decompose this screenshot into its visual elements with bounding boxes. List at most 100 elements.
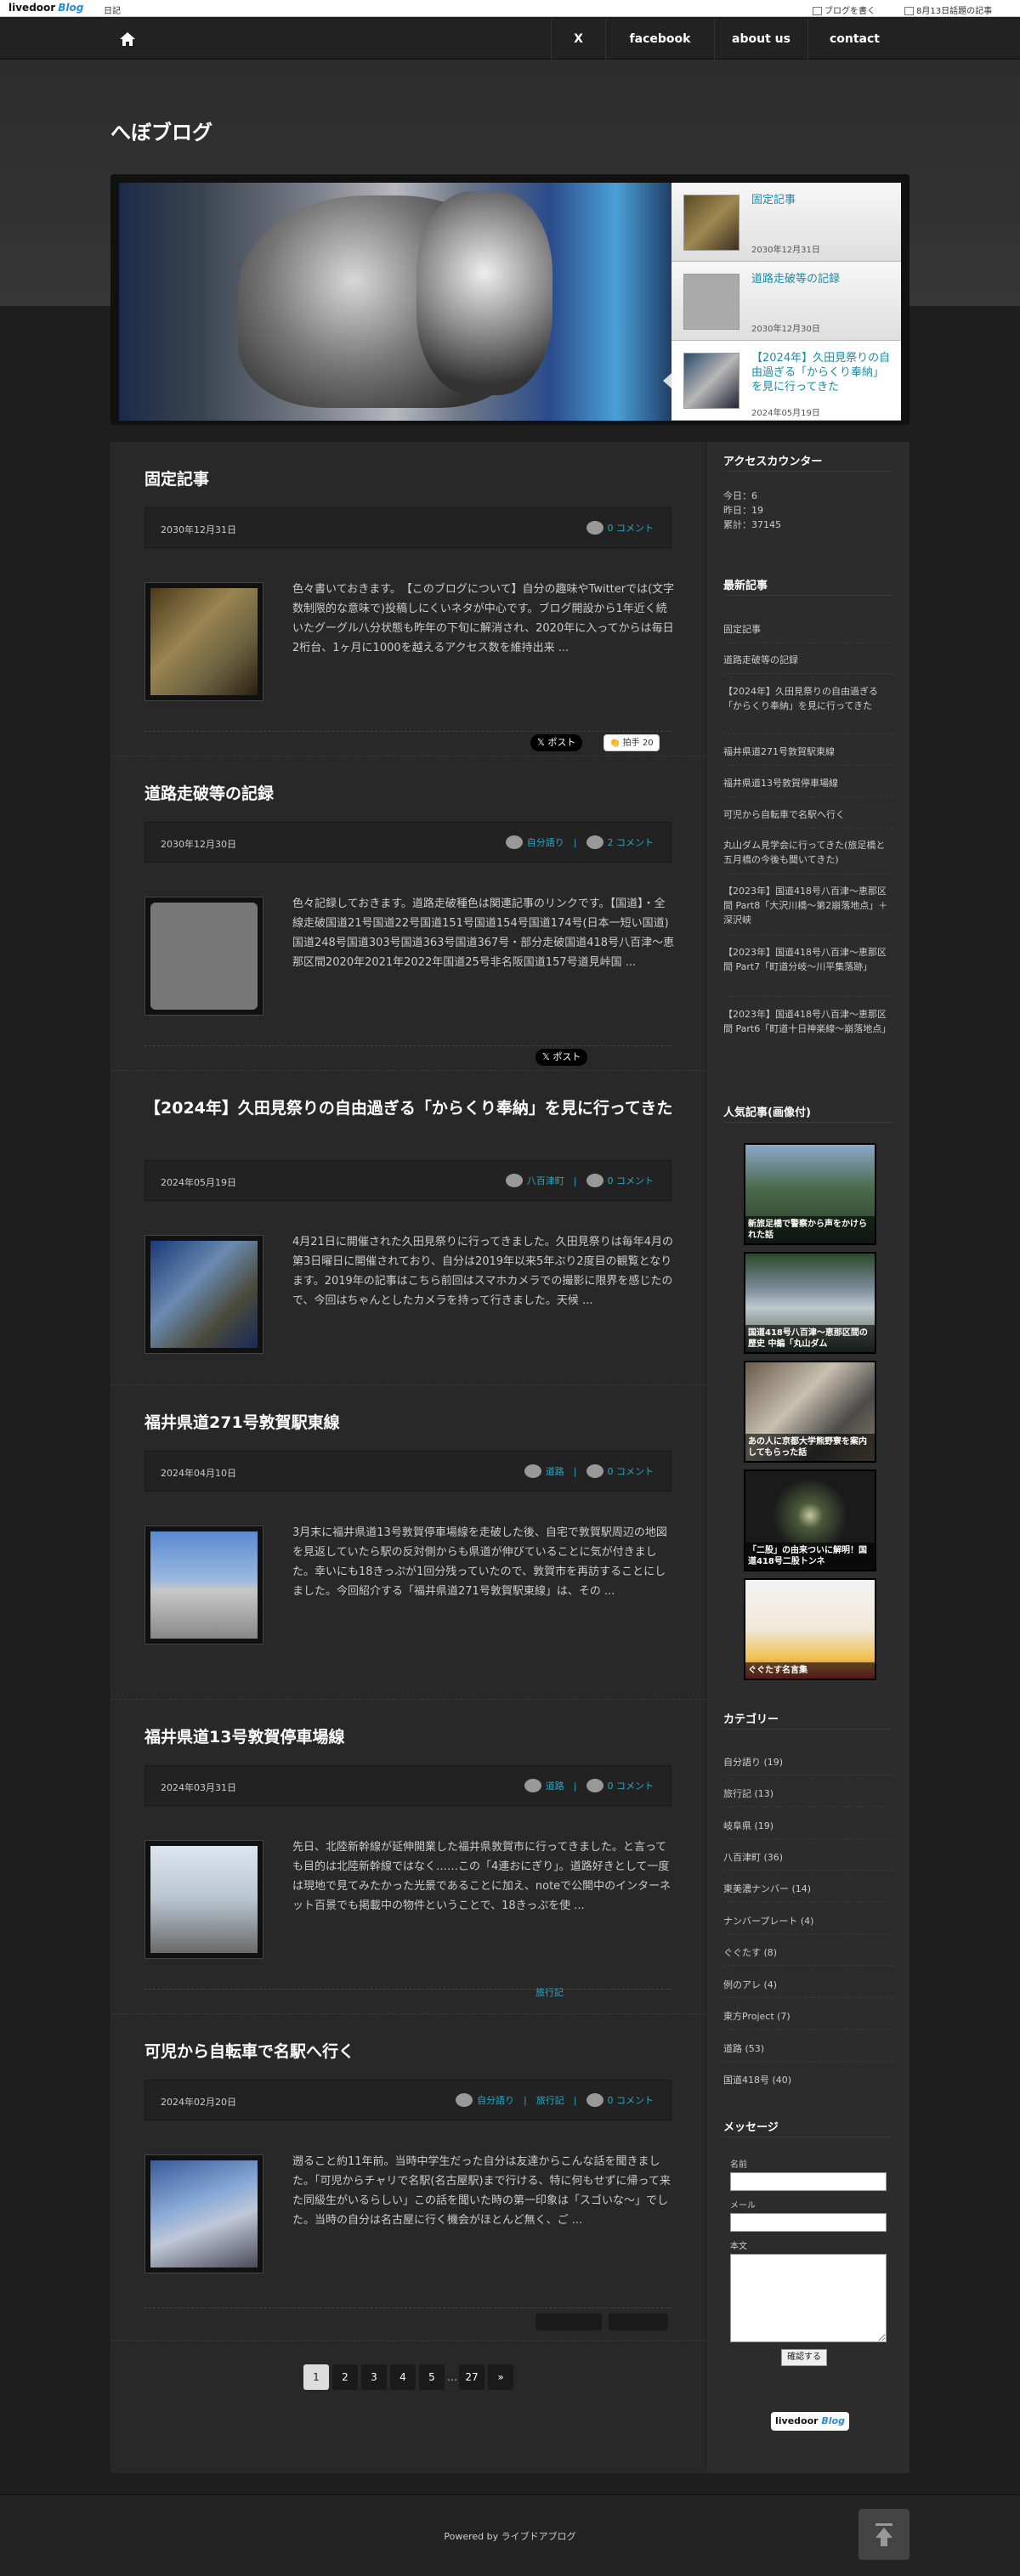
recent-item[interactable]: 【2023年】国道418号八百津〜恵那区間 Part8「大沢川橋〜第2崩落地点」… <box>723 884 893 927</box>
category-item[interactable]: 例のアレ (4) <box>723 1978 893 1992</box>
recent-item[interactable]: 丸山ダム見学会に行ってきた(旅足橋と五月橋の今後も聞いてきた) <box>723 838 893 867</box>
comment-link[interactable]: 0 コメント <box>586 521 654 535</box>
pencil-icon <box>813 7 822 15</box>
slider-item[interactable]: 道路走破等の記録 2030年12月30日 <box>672 262 901 341</box>
slider-item-active[interactable]: 【2024年】久田見祭りの自由過ぎる「からくり奉納」を見に行ってきた 2024年… <box>663 341 901 421</box>
back-to-top-button[interactable] <box>858 2509 910 2560</box>
recent-item[interactable]: 固定記事 <box>723 622 893 637</box>
recent-item[interactable]: 福井県道271号敦賀駅東線 <box>723 744 893 759</box>
page-27[interactable]: 27 <box>459 2364 484 2390</box>
divider <box>723 1838 893 1839</box>
recent-item[interactable]: 【2023年】国道418号八百津〜恵那区間 Part7「町道分岐〜川平集落跡」 <box>723 945 893 974</box>
divider <box>723 935 893 936</box>
category-item[interactable]: ぐぐたす (8) <box>723 1945 893 1960</box>
recent-item[interactable]: 可児から自転車で名駅へ行く <box>723 807 893 822</box>
article-thumbnail[interactable] <box>144 897 264 1016</box>
category-item[interactable]: 国道418号 (40) <box>723 2073 893 2087</box>
article-title[interactable]: 道路走破等の記録 <box>144 782 680 806</box>
livedoor-blog-badge[interactable]: livedoor Blog <box>771 2412 849 2431</box>
popular-item[interactable]: ぐぐたす名言集 <box>744 1578 876 1680</box>
article-title[interactable]: 福井県道13号敦賀停車場線 <box>144 1725 680 1749</box>
featured-image[interactable] <box>119 183 672 421</box>
recent-item[interactable]: 【2024年】久田見祭りの自由過ぎる「からくり奉納」を見に行ってきた <box>723 684 893 713</box>
category-item[interactable]: 東方Project (7) <box>723 2009 893 2024</box>
page-3[interactable]: 3 <box>361 2364 387 2390</box>
slider-item[interactable]: 固定記事 2030年12月31日 <box>672 183 901 262</box>
popular-item[interactable]: 「二股」の由来ついに解明！国道418号二股トンネ <box>744 1469 876 1571</box>
article-thumbnail[interactable] <box>144 1235 264 1354</box>
footer-tag-link[interactable]: 旅行記 <box>536 1985 564 1999</box>
comment-link[interactable]: 0 コメント <box>586 1174 654 1187</box>
category-item[interactable]: 旅行記 (13) <box>723 1786 893 1801</box>
category-heading: カテゴリー <box>723 1713 779 1726</box>
category-item[interactable]: 東美濃ナンバー (14) <box>723 1882 893 1896</box>
nav-x[interactable]: X <box>551 19 605 59</box>
article: 福井県道271号敦賀駅東線 2024年04月10日 道路 | 0 コメント 3月… <box>110 1385 706 1700</box>
category-item[interactable]: 岐阜県 (19) <box>723 1819 893 1833</box>
divider <box>723 1122 893 1123</box>
nav-about-us[interactable]: about us <box>714 19 808 59</box>
page-4[interactable]: 4 <box>390 2364 416 2390</box>
category-link[interactable]: 日記 <box>104 3 121 16</box>
x-post-button[interactable]: 𝕏 ポスト <box>536 1049 588 1066</box>
recent-item[interactable]: 【2023年】国道418号八百津〜恵那区間 Part6「町道十日神楽線〜崩落地点… <box>723 1007 893 1036</box>
nav-facebook[interactable]: facebook <box>605 19 714 59</box>
article-excerpt: 先日、北陸新幹線が延伸開業した福井県敦賀市に行ってきました。と言っても目的は北陸… <box>292 1841 672 1912</box>
comment-link[interactable]: 0 コメント <box>586 1464 654 1478</box>
tag-link[interactable]: 道路 <box>524 1464 564 1478</box>
divider <box>723 1965 893 1966</box>
slider-thumb <box>683 274 740 330</box>
tag-link[interactable]: 八百津町 <box>505 1174 564 1187</box>
article-title[interactable]: 【2024年】久田見祭りの自由過ぎる「からくり奉納」を見に行ってきた <box>144 1096 680 1120</box>
comment-link[interactable]: 2 コメント <box>586 835 654 849</box>
email-field[interactable] <box>730 2213 887 2232</box>
counter-heading: アクセスカウンター <box>723 456 823 468</box>
article-thumbnail[interactable] <box>144 1840 264 1959</box>
category-item[interactable]: ナンバープレート (4) <box>723 1914 893 1928</box>
share-button-placeholder[interactable] <box>536 2313 602 2330</box>
arrow-up-icon <box>876 2523 892 2546</box>
comment-link[interactable]: 0 コメント <box>586 2093 654 2107</box>
popular-item[interactable]: あの人に京都大学熊野寮を案内してもらった話 <box>744 1361 876 1463</box>
divider <box>723 2061 893 2062</box>
nav-contact[interactable]: contact <box>808 19 901 59</box>
popular-item[interactable]: 国道418号八百津〜恵那区間の歴史 中編「丸山ダム <box>744 1252 876 1354</box>
tag-icon <box>524 1779 541 1792</box>
x-post-button[interactable]: 𝕏 ポスト <box>530 734 583 751</box>
recent-item[interactable]: 福井県道13号敦賀停車場線 <box>723 776 893 790</box>
category-item[interactable]: 自分語り (19) <box>723 1755 893 1769</box>
name-field[interactable] <box>730 2172 887 2191</box>
tag-link[interactable]: 自分語り <box>456 2093 514 2107</box>
home-icon[interactable] <box>117 31 138 48</box>
page-2[interactable]: 2 <box>332 2364 358 2390</box>
comment-link[interactable]: 0 コメント <box>586 1779 654 1792</box>
page-5[interactable]: 5 <box>419 2364 445 2390</box>
article-title[interactable]: 可児から自転車で名駅へ行く <box>144 2040 680 2064</box>
article-thumbnail[interactable] <box>144 582 264 701</box>
share-button-placeholder[interactable] <box>609 2313 668 2330</box>
tag-link[interactable]: 道路 <box>524 1779 564 1792</box>
topic-link[interactable]: 8月13日話題の記事 <box>904 3 992 16</box>
tag-icon <box>524 1464 541 1478</box>
clap-button[interactable]: 👏 拍手 20 <box>604 734 660 751</box>
message-textarea[interactable] <box>730 2254 887 2342</box>
article-thumbnail[interactable] <box>144 2154 264 2273</box>
article-thumbnail[interactable] <box>144 1526 264 1645</box>
category-item[interactable]: 八百津町 (36) <box>723 1850 893 1865</box>
site-title[interactable]: へぼブログ <box>110 116 212 145</box>
page-1[interactable]: 1 <box>303 2364 329 2390</box>
tag-icon <box>456 2093 473 2107</box>
article-title[interactable]: 福井県道271号敦賀駅東線 <box>144 1411 680 1435</box>
slider-item-date: 2024年05月19日 <box>751 409 820 418</box>
category-item[interactable]: 道路 (53) <box>723 2041 893 2056</box>
livedoor-logo[interactable]: livedoor Blog <box>8 2 83 14</box>
write-blog-link[interactable]: ブログを書く <box>813 3 876 16</box>
page-next[interactable]: » <box>488 2364 513 2390</box>
tag-link[interactable]: 自分語り <box>505 835 564 849</box>
recent-item[interactable]: 道路走破等の記録 <box>723 653 893 667</box>
article-title[interactable]: 固定記事 <box>144 467 680 491</box>
tag-link[interactable]: 旅行記 <box>536 2095 564 2106</box>
popular-item[interactable]: 新旅足橋で警察から声をかけられた話 <box>744 1143 876 1245</box>
tag-label: 道路 <box>545 1466 564 1477</box>
confirm-button[interactable]: 確認する <box>781 2349 827 2366</box>
